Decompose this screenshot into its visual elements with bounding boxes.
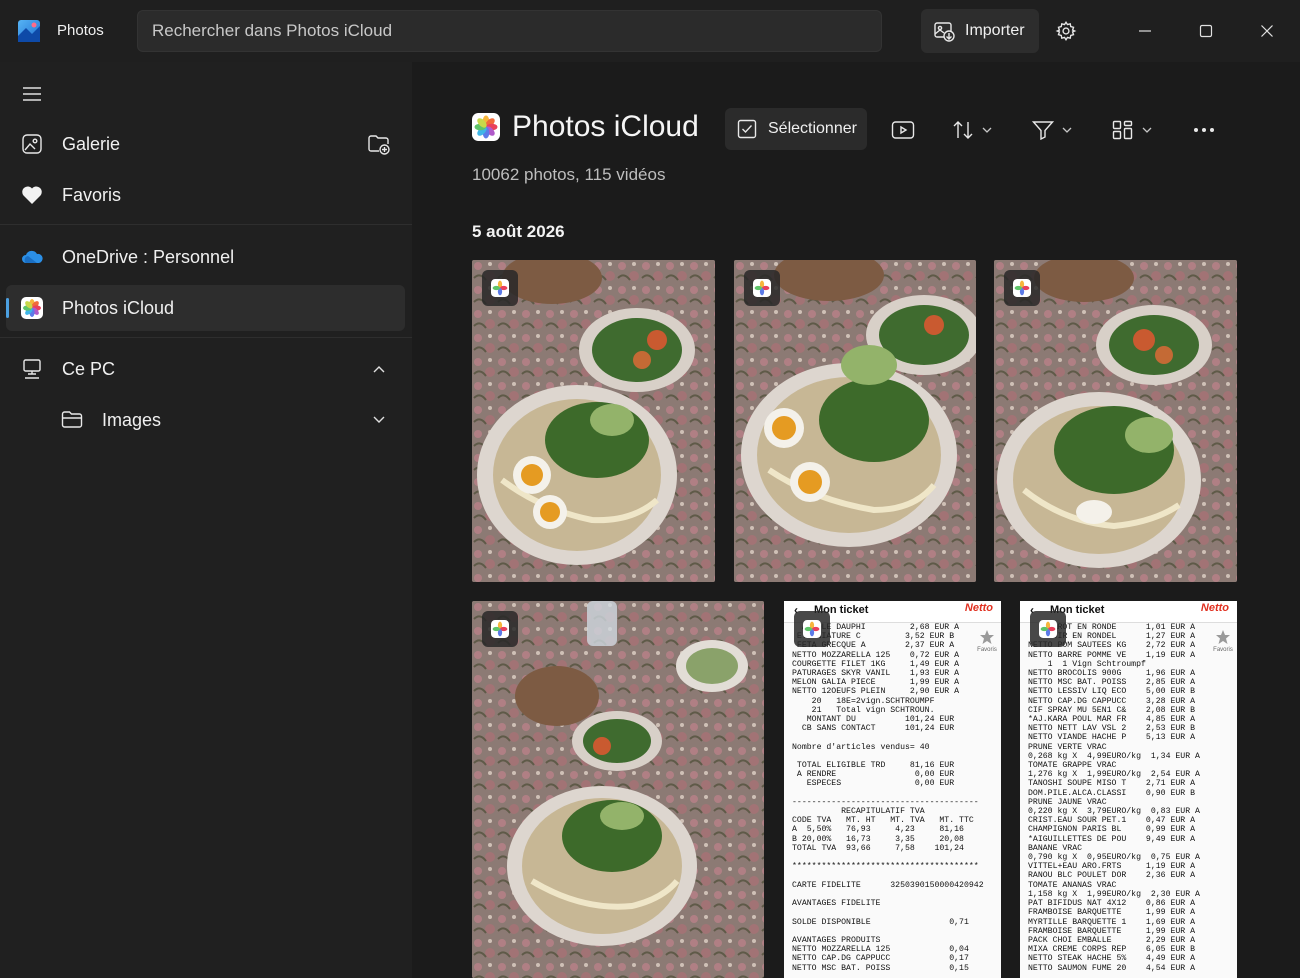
- more-options-button[interactable]: [1193, 114, 1215, 146]
- sidebar-item-label: Ce PC: [62, 359, 116, 379]
- receipt-screenshot-thumbnail[interactable]: ‹ Mon ticket Netto CAROT EN RONDE 1,01 E…: [1020, 601, 1237, 978]
- media-count: 10062 photos, 115 vidéos: [472, 165, 666, 184]
- photo-thumbnail[interactable]: [472, 260, 715, 582]
- divider: [0, 337, 412, 338]
- more-icon: [1194, 128, 1214, 132]
- app-title: Photos: [57, 22, 104, 39]
- page-header: Photos iCloud: [472, 110, 699, 144]
- chevron-down-icon: [982, 127, 992, 133]
- minimize-button[interactable]: [1123, 12, 1167, 50]
- sidebar-item-label: Photos iCloud: [62, 298, 175, 318]
- sidebar-item-label: OneDrive : Personnel: [62, 247, 235, 267]
- receipt-text: AVIOLE DAUPHI 2,68 EUR A E.MINIATURE C 3…: [792, 623, 984, 973]
- folder-add-icon: [368, 135, 390, 155]
- chevron-down-icon: [1142, 127, 1152, 133]
- food-photo: [472, 260, 715, 582]
- favorite-label: Favoris: [977, 647, 997, 653]
- sidebar-item-label: Favoris: [62, 185, 122, 205]
- receipt-screenshot-thumbnail[interactable]: ‹ Mon ticket Netto AVIOLE DAUPHI 2,68 EU…: [784, 601, 1001, 978]
- photo-thumbnail[interactable]: [472, 601, 764, 978]
- layout-button[interactable]: [1112, 114, 1152, 146]
- selection-indicator: [6, 298, 9, 318]
- sidebar-item-this-pc[interactable]: Ce PC: [6, 346, 405, 392]
- sidebar-item-label: Images: [102, 410, 162, 430]
- store-logo: Netto: [964, 602, 993, 614]
- settings-button[interactable]: [1048, 13, 1084, 49]
- receipt-text: CAROT EN RONDE 1,01 EUR A POIR EN RONDEL…: [1028, 623, 1200, 973]
- select-label: Sélectionner: [768, 120, 857, 137]
- date-heading: 5 août 2026: [472, 222, 565, 241]
- hamburger-icon: [23, 87, 41, 101]
- maximize-icon: [1199, 24, 1213, 38]
- icloud-badge-icon: [744, 270, 780, 306]
- filter-icon: [1032, 121, 1054, 140]
- import-label: Importer: [965, 22, 1025, 39]
- food-photo: [994, 260, 1237, 582]
- title-bar: Photos Importer: [0, 0, 1300, 62]
- icloud-photos-icon: [20, 296, 44, 320]
- sort-icon: [953, 121, 973, 139]
- filter-button[interactable]: [1032, 114, 1072, 146]
- photo-thumbnail[interactable]: [734, 260, 976, 582]
- sidebar-item-images[interactable]: Images: [6, 397, 405, 443]
- close-icon: [1261, 25, 1273, 37]
- import-icon: [934, 22, 955, 42]
- sidebar-item-gallery[interactable]: Galerie: [6, 121, 405, 167]
- sidebar: Galerie Favoris OneDrive : Personnel Pho…: [0, 62, 412, 978]
- heart-icon: [20, 183, 44, 207]
- search-box[interactable]: [137, 10, 882, 52]
- sort-button[interactable]: [952, 114, 992, 146]
- sidebar-item-label: Galerie: [62, 134, 121, 154]
- import-button[interactable]: Importer: [921, 9, 1039, 53]
- main-content: Photos iCloud Sélectionner 10062 photos,…: [412, 62, 1300, 978]
- chevron-up-icon[interactable]: [371, 361, 387, 377]
- favorite-star: Favoris: [1213, 629, 1233, 653]
- food-photo: [734, 260, 976, 582]
- gallery-icon: [20, 132, 44, 156]
- folder-icon: [60, 408, 84, 432]
- search-input[interactable]: [138, 11, 881, 51]
- icloud-badge-icon: [794, 611, 830, 647]
- sidebar-item-favorites[interactable]: Favoris: [6, 172, 405, 218]
- star-icon: [1216, 630, 1230, 644]
- page-title: Photos iCloud: [512, 110, 699, 143]
- store-logo: Netto: [1200, 602, 1229, 614]
- checkbox-icon: [737, 119, 757, 139]
- onedrive-icon: [20, 245, 44, 269]
- food-photo: [472, 601, 764, 978]
- gear-icon: [1055, 21, 1077, 41]
- layout-grid-icon: [1112, 120, 1133, 140]
- star-icon: [980, 630, 994, 644]
- computer-icon: [20, 357, 44, 381]
- select-button[interactable]: Sélectionner: [725, 108, 867, 150]
- add-folder-button[interactable]: [367, 132, 391, 161]
- photo-thumbnail[interactable]: [994, 260, 1237, 582]
- sidebar-item-onedrive[interactable]: OneDrive : Personnel: [6, 234, 405, 280]
- chevron-down-icon: [1062, 127, 1072, 133]
- icloud-badge-icon: [482, 270, 518, 306]
- icloud-photos-icon: [472, 113, 500, 141]
- icloud-badge-icon: [1004, 270, 1040, 306]
- maximize-button[interactable]: [1184, 12, 1228, 50]
- favorite-star: Favoris: [977, 629, 997, 653]
- icloud-badge-icon: [482, 611, 518, 647]
- chevron-down-icon[interactable]: [371, 412, 387, 428]
- close-button[interactable]: [1245, 12, 1289, 50]
- divider: [0, 224, 412, 225]
- slideshow-button[interactable]: [891, 114, 915, 146]
- minimize-icon: [1139, 30, 1151, 32]
- photos-app-icon: [18, 20, 40, 42]
- menu-button[interactable]: [18, 80, 46, 108]
- favorite-label: Favoris: [1213, 647, 1233, 653]
- sidebar-item-icloud-photos[interactable]: Photos iCloud: [6, 285, 405, 331]
- icloud-badge-icon: [1030, 611, 1066, 647]
- slideshow-icon: [891, 121, 915, 139]
